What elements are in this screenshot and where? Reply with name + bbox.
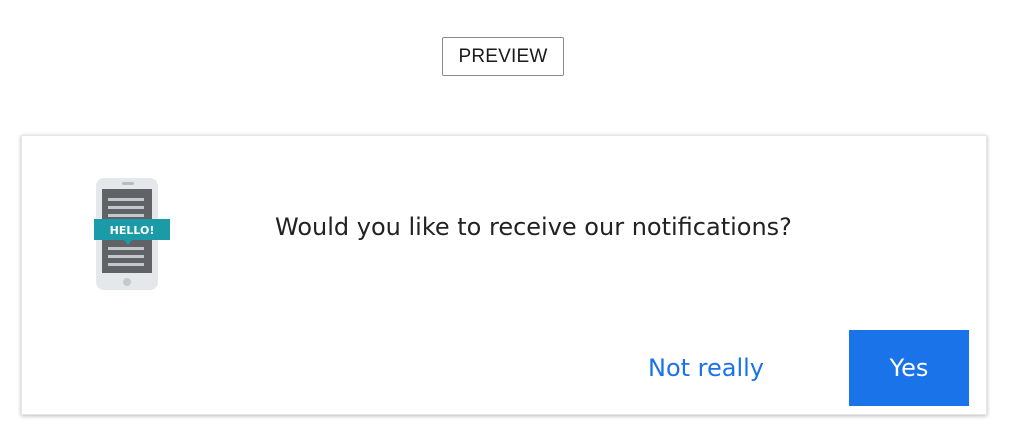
yes-button[interactable]: Yes: [849, 330, 969, 406]
prompt-message: Would you like to receive our notificati…: [275, 213, 792, 241]
phone-notification-icon: HELLO!: [94, 178, 170, 290]
notification-prompt: HELLO! Would you like to receive our not…: [21, 135, 987, 415]
page: PREVIEW HELLO! Would you like to receive…: [0, 0, 1024, 446]
not-really-button[interactable]: Not really: [630, 330, 782, 406]
preview-label: PREVIEW: [442, 37, 564, 76]
phone-banner-text: HELLO!: [110, 224, 155, 237]
